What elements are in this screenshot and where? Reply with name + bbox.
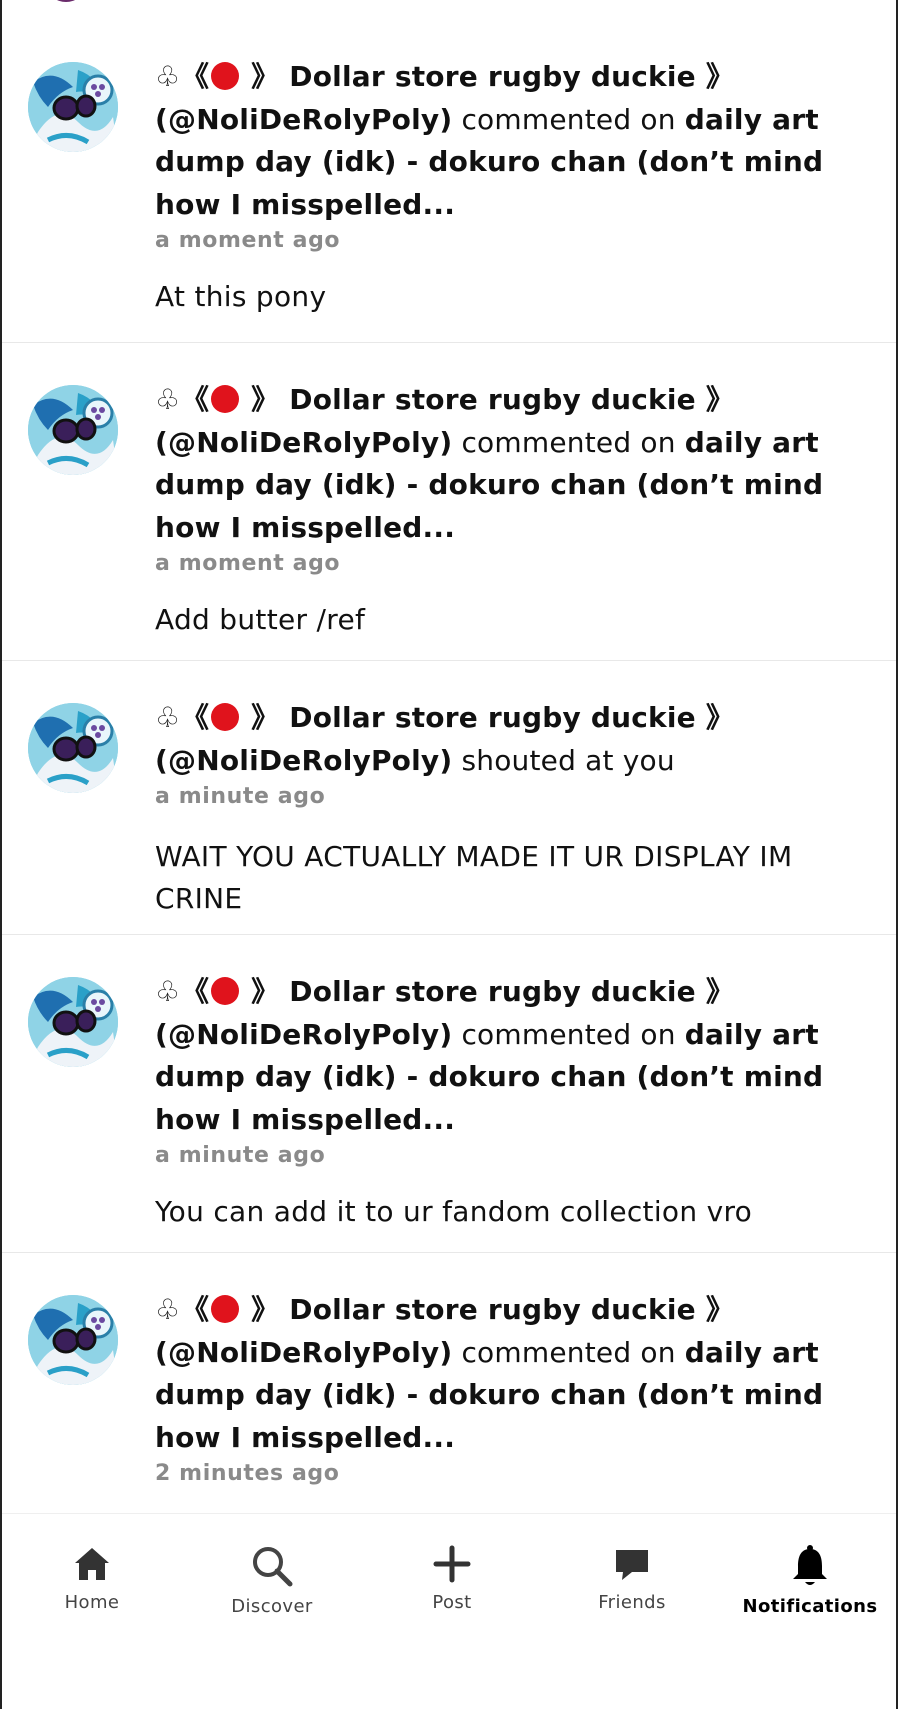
- red-dot-icon: [211, 1295, 240, 1323]
- notification-headline[interactable]: ♧《 》 Dollar store rugby duckie 》 (@NoliD…: [155, 1289, 856, 1459]
- action-text: commented on: [452, 1017, 685, 1051]
- avatar[interactable]: [28, 703, 118, 793]
- timestamp: 2 minutes ago: [155, 1461, 340, 1486]
- timestamp: a moment ago: [155, 228, 341, 253]
- club-icon: ♧: [155, 1293, 181, 1326]
- tab-label: Notifications: [742, 1596, 878, 1617]
- app-frame: ♧《 》 Dollar store rugby duckie 》 (@NoliD…: [0, 0, 898, 1709]
- comment-text: You can add it to ur fandom collection v…: [155, 1195, 753, 1228]
- avatar[interactable]: [28, 385, 118, 475]
- action-text: commented on: [452, 425, 685, 459]
- search-icon: [253, 1547, 293, 1587]
- tab-home[interactable]: Home: [2, 1544, 182, 1613]
- tab-label: Discover: [231, 1596, 313, 1617]
- pony-avatar-icon: [28, 385, 118, 475]
- timestamp: a minute ago: [155, 784, 326, 809]
- user-handle[interactable]: (@NoliDeRolyPoly): [155, 103, 452, 136]
- plus-icon: [433, 1545, 471, 1583]
- notification-headline[interactable]: ♧《 》 Dollar store rugby duckie 》 (@NoliD…: [155, 697, 856, 782]
- tab-label: Friends: [598, 1592, 666, 1613]
- avatar[interactable]: [28, 977, 118, 1067]
- notification-item[interactable]: ♧《 》 Dollar store rugby duckie 》 (@NoliD…: [2, 935, 896, 1253]
- bottom-tab-bar: Home Discover Post Friends Notifications: [2, 1513, 896, 1709]
- club-icon: ♧: [155, 60, 181, 93]
- home-icon: [75, 1548, 109, 1580]
- user-handle[interactable]: (@NoliDeRolyPoly): [155, 744, 452, 777]
- red-dot-icon: [211, 385, 240, 413]
- user-handle[interactable]: (@NoliDeRolyPoly): [155, 426, 452, 459]
- pony-avatar-icon: [28, 977, 118, 1067]
- tab-label: Post: [432, 1592, 472, 1613]
- red-dot-icon: [211, 977, 240, 1005]
- action-text: shouted at you: [452, 743, 675, 777]
- notification-item[interactable]: ♧《 》 Dollar store rugby duckie 》 (@NoliD…: [2, 0, 896, 343]
- tab-label: Home: [64, 1592, 120, 1613]
- tab-discover[interactable]: Discover: [182, 1544, 362, 1617]
- action-text: commented on: [452, 1335, 685, 1369]
- notification-item[interactable]: ♧《 》 Dollar store rugby duckie 》 (@NoliD…: [2, 1253, 896, 1553]
- club-icon: ♧: [155, 701, 181, 734]
- notification-item[interactable]: ♧《 》 Dollar store rugby duckie 》 (@NoliD…: [2, 343, 896, 661]
- avatar[interactable]: [28, 62, 118, 152]
- user-handle[interactable]: (@NoliDeRolyPoly): [155, 1336, 452, 1369]
- notification-headline[interactable]: ♧《 》 Dollar store rugby duckie 》 (@NoliD…: [155, 971, 856, 1141]
- pony-avatar-icon: [28, 62, 118, 152]
- shout-text: WAIT YOU ACTUALLY MADE IT UR DISPLAY IM …: [155, 840, 793, 915]
- tab-friends[interactable]: Friends: [542, 1544, 722, 1613]
- user-handle[interactable]: (@NoliDeRolyPoly): [155, 1018, 452, 1051]
- chat-bubble-icon: [616, 1550, 648, 1580]
- red-dot-icon: [211, 703, 240, 731]
- avatar[interactable]: [28, 1295, 118, 1385]
- notification-item[interactable]: ♧《 》 Dollar store rugby duckie 》 (@NoliD…: [2, 661, 896, 935]
- pony-avatar-icon: [28, 703, 118, 793]
- action-text: commented on: [452, 102, 685, 136]
- notification-headline[interactable]: ♧《 》 Dollar store rugby duckie 》 (@NoliD…: [155, 379, 856, 549]
- red-dot-icon: [211, 62, 240, 90]
- comment-text: Add butter /ref: [155, 603, 366, 636]
- comment-text: At this pony: [155, 280, 327, 313]
- club-icon: ♧: [155, 383, 181, 416]
- timestamp: a moment ago: [155, 551, 341, 576]
- tab-notifications[interactable]: Notifications: [720, 1544, 896, 1617]
- club-icon: ♧: [155, 975, 181, 1008]
- notification-headline[interactable]: ♧《 》 Dollar store rugby duckie 》 (@NoliD…: [155, 56, 856, 226]
- timestamp: a minute ago: [155, 1143, 326, 1168]
- bell-icon: [793, 1545, 827, 1585]
- pony-avatar-icon: [28, 1295, 118, 1385]
- notifications-feed[interactable]: ♧《 》 Dollar store rugby duckie 》 (@NoliD…: [2, 0, 896, 1553]
- tab-post[interactable]: Post: [362, 1544, 542, 1613]
